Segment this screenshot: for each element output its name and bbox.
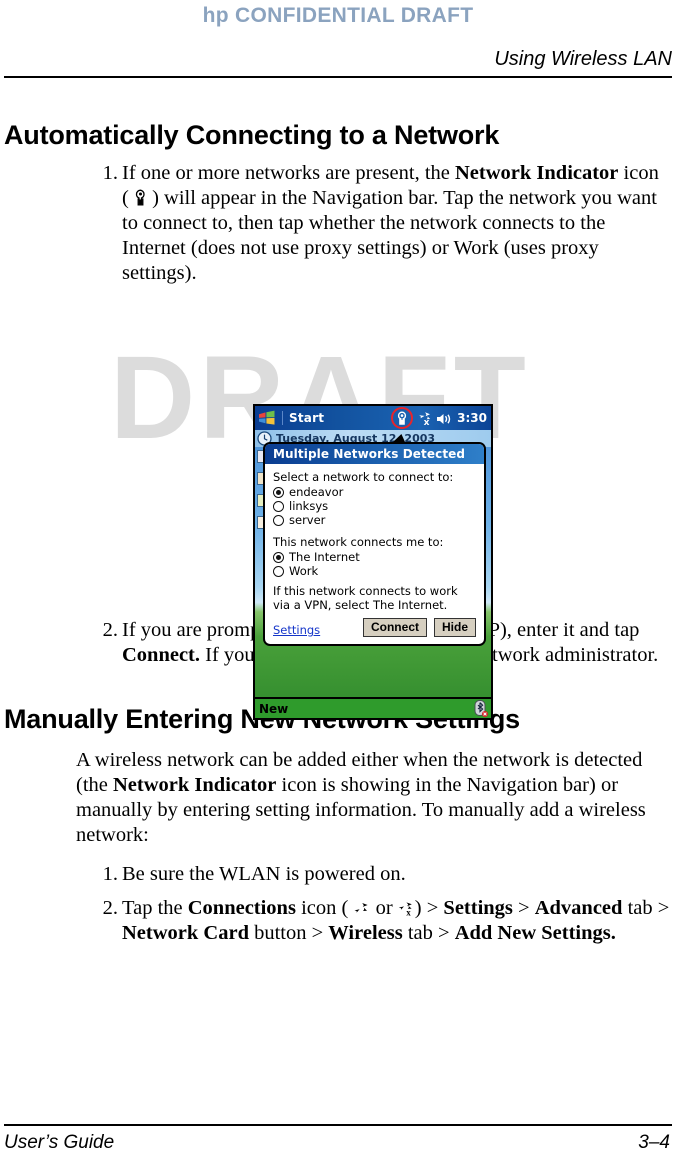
heading-automatically-connecting: Automatically Connecting to a Network <box>4 120 500 150</box>
destination-label: Work <box>289 564 319 578</box>
connect-button[interactable]: Connect <box>362 618 427 637</box>
red-highlight-circle <box>391 407 414 429</box>
radio-work[interactable] <box>273 566 284 577</box>
list-item: 1. If one or more networks are present, … <box>0 161 676 286</box>
dialog-title: Multiple Networks Detected <box>265 444 484 464</box>
radio-server[interactable] <box>273 515 284 526</box>
step-number: 2. <box>102 897 118 919</box>
pda-screenshot-figure: Start x 3:30 Tuesday, August 12, 2003 Mu… <box>253 404 493 720</box>
step-number: 1. <box>102 162 118 184</box>
windows-start-icon[interactable] <box>258 410 276 426</box>
radio-endeavor[interactable] <box>273 487 284 498</box>
dialog-actions: Settings Connect Hide <box>273 618 476 637</box>
network-label: linksys <box>289 499 329 513</box>
step-bold-wireless: Wireless <box>328 922 403 944</box>
network-option-endeavor[interactable]: endeavor <box>273 486 476 499</box>
pda-command-bar: New <box>255 697 491 718</box>
connections-disconnected-icon[interactable]: x <box>416 411 433 428</box>
step-number: 1. <box>102 863 118 885</box>
network-indicator-icon <box>134 189 147 206</box>
destination-label: The Internet <box>289 550 360 564</box>
radio-linksys[interactable] <box>273 501 284 512</box>
header-divider <box>4 76 672 78</box>
step-bold-settings: Settings <box>443 897 513 919</box>
select-network-label: Select a network to connect to: <box>273 470 454 484</box>
radio-the-internet[interactable] <box>273 552 284 563</box>
new-button[interactable]: New <box>259 702 288 716</box>
speaker-icon[interactable] <box>436 411 452 425</box>
step-text-part8: tab > <box>402 922 455 944</box>
step-text-part4: ) > <box>414 897 444 919</box>
step-bold-network-indicator: Network Indicator <box>455 162 619 184</box>
intro-bold-network-indicator: Network Indicator <box>113 774 277 796</box>
step-text-part3: or <box>370 897 398 919</box>
dialog-buttons: Connect Hide <box>362 618 476 637</box>
chapter-title: Using Wireless LAN <box>494 48 672 70</box>
dialog-body: Select a network to connect to: endeavor… <box>265 464 484 644</box>
network-option-linksys[interactable]: linksys <box>273 500 476 513</box>
step-text: If one or more networks are present, the… <box>122 161 676 286</box>
manual-steps-list: 1. Be sure the WLAN is powered on. 2. Ta… <box>0 862 676 946</box>
network-option-server[interactable]: server <box>273 514 476 527</box>
vpn-note: If this network connects to work via a V… <box>273 584 458 612</box>
list-item: 1. Be sure the WLAN is powered on. <box>0 862 676 887</box>
destination-option-work[interactable]: Work <box>273 565 476 578</box>
hide-button[interactable]: Hide <box>433 618 476 637</box>
svg-text:x: x <box>406 908 411 916</box>
step-text-part1: Tap the <box>122 897 188 919</box>
step-text-part2: icon ( <box>295 897 354 919</box>
connects-me-to-label: This network connects me to: <box>273 535 444 549</box>
footer-divider <box>4 1124 672 1126</box>
svg-text:x: x <box>424 418 430 426</box>
manual-intro-paragraph: A wireless network can be added either w… <box>0 748 676 848</box>
network-label: endeavor <box>289 485 344 499</box>
pda-screen: Start x 3:30 Tuesday, August 12, 2003 Mu… <box>255 406 491 718</box>
network-indicator-icon[interactable] <box>391 407 414 429</box>
step-text-part6: tab > <box>622 897 670 919</box>
pda-status-icons: x 3:30 <box>391 407 491 429</box>
multiple-networks-dialog: Multiple Networks Detected Select a netw… <box>263 442 486 646</box>
step-bold-advanced: Advanced <box>534 897 623 919</box>
page-content: Automatically Connecting to a Network 1.… <box>0 86 676 949</box>
list-item: 2. Tap the Connections icon ( or x) > Se… <box>0 896 676 946</box>
auto-steps-list: 1. If one or more networks are present, … <box>0 161 676 286</box>
step-text: Be sure the WLAN is powered on. <box>122 863 406 885</box>
step-text: Tap the Connections icon ( or x) > Setti… <box>122 896 676 946</box>
step-bold-network-card: Network Card <box>122 922 249 944</box>
confidential-header: hp CONFIDENTIAL DRAFT <box>202 4 474 27</box>
step-text-part1: If one or more networks are present, the <box>122 162 455 184</box>
step-text-part3: ) will appear in the Navigation bar. Tap… <box>122 187 657 284</box>
connections-disconnected-icon: x <box>398 900 415 918</box>
footer-page-number: 3–4 <box>638 1132 670 1153</box>
start-menu-label[interactable]: Start <box>282 411 324 425</box>
connections-icon <box>353 900 370 914</box>
bluetooth-icon[interactable] <box>474 700 488 717</box>
destination-option-internet[interactable]: The Internet <box>273 551 476 564</box>
pda-clock: 3:30 <box>457 411 487 425</box>
network-label: server <box>289 513 326 527</box>
step-bold-connections: Connections <box>187 897 296 919</box>
footer-document-title: User’s Guide <box>4 1132 115 1153</box>
pda-title-bar: Start x 3:30 <box>255 406 491 430</box>
step-bold-add-new-settings: Add New Settings. <box>454 922 616 944</box>
step-number: 2. <box>102 619 118 641</box>
settings-link[interactable]: Settings <box>273 623 320 637</box>
step-bold-connect: Connect. <box>122 644 201 666</box>
step-text-part7: button > <box>248 922 329 944</box>
step-text-part5: > <box>512 897 535 919</box>
